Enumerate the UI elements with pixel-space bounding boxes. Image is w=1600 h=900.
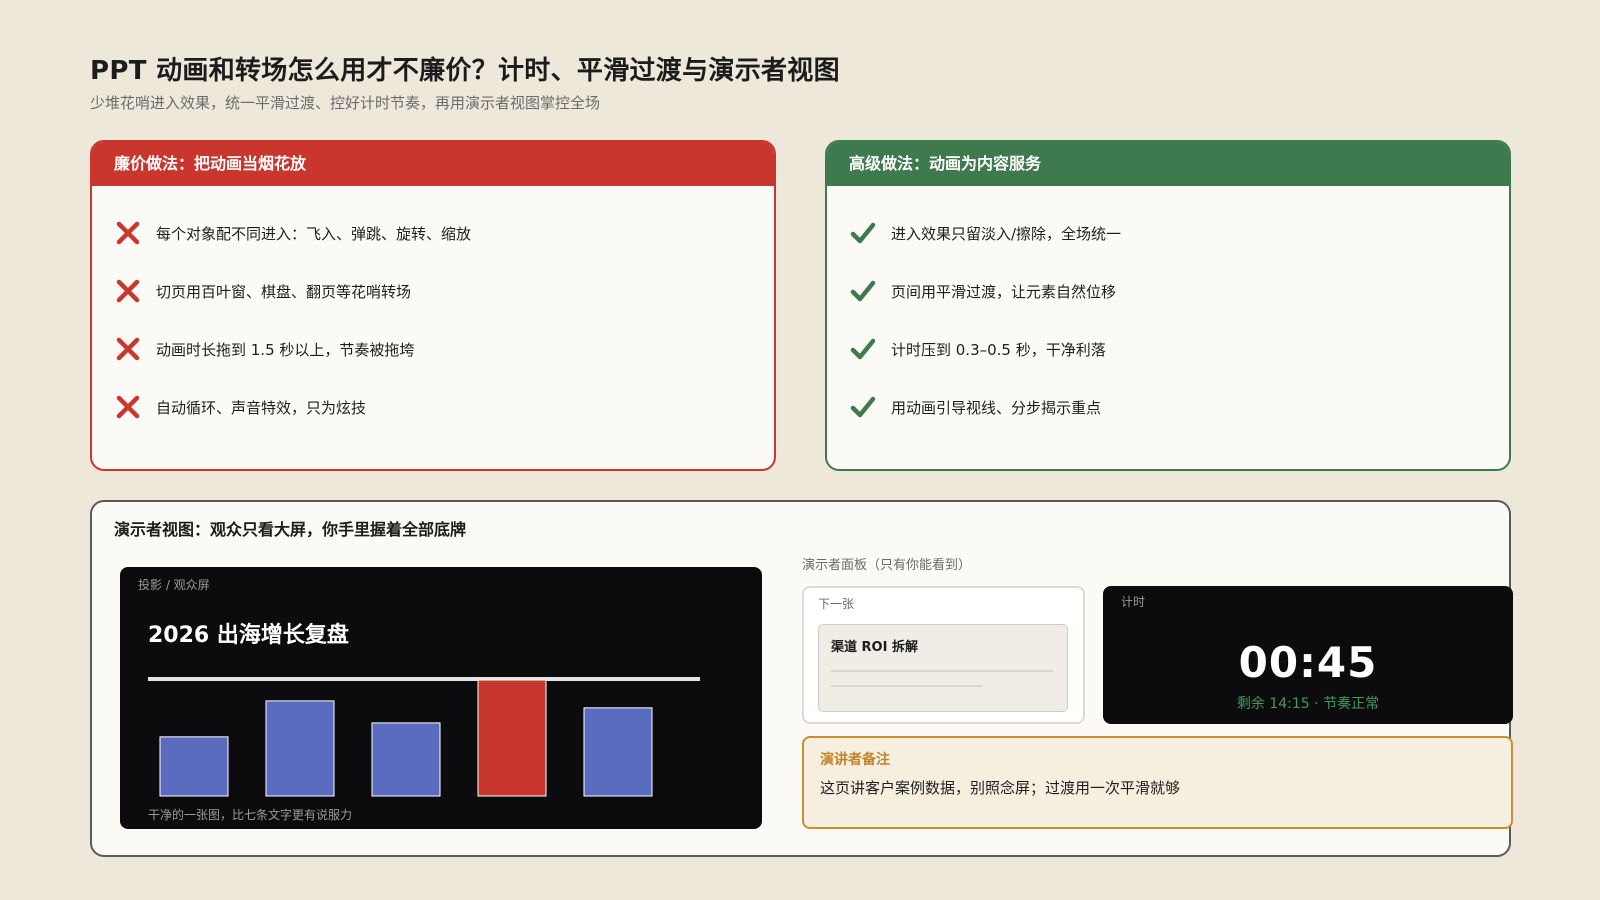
check-icon — [850, 396, 876, 418]
list-item-text: 用动画引导视线、分步揭示重点 — [891, 398, 1102, 417]
bad-practice-list: 每个对象配不同进入：飞入、弹跳、旋转、缩放 切页用百叶窗、棋盘、翻页等花哨转场 … — [92, 186, 774, 436]
chart-bar-highlight — [477, 679, 547, 797]
list-item-text: 自动循环、声音特效，只为炫技 — [156, 398, 367, 417]
timer-label: 计时 — [1121, 595, 1146, 609]
audience-screen: 投影 / 观众屏 2026 出海增长复盘 干净的一张图，比七条文字更有说服力 — [120, 567, 762, 829]
chart-bar — [371, 722, 441, 797]
list-item-text: 计时压到 0.3–0.5 秒，干净利落 — [891, 340, 1106, 359]
speaker-notes-text: 这页讲客户案例数据，别照念屏；过渡用一次平滑就够 — [820, 779, 1181, 797]
chart-bar — [159, 736, 229, 797]
bad-practice-card: 廉价做法：把动画当烟花放 每个对象配不同进入：飞入、弹跳、旋转、缩放 切页用百叶… — [90, 140, 776, 471]
timer-status: 剩余 14:15 · 节奏正常 — [1236, 696, 1380, 712]
list-item: 动画时长拖到 1.5 秒以上，节奏被拖垮 — [114, 320, 774, 378]
list-item-text: 切页用百叶窗、棋盘、翻页等花哨转场 — [156, 282, 412, 301]
good-practice-card: 高级做法：动画为内容服务 进入效果只留淡入/擦除，全场统一 页间用平滑过渡，让元… — [825, 140, 1511, 471]
list-item: 自动循环、声音特效，只为炫技 — [114, 378, 774, 436]
presenter-view-section: 演示者视图：观众只看大屏，你手里握着全部底牌 投影 / 观众屏 2026 出海增… — [90, 500, 1513, 857]
cross-icon — [116, 337, 140, 361]
speaker-notes-label: 演讲者备注 — [820, 752, 890, 768]
chart-bar — [265, 700, 335, 797]
cross-icon — [116, 221, 140, 245]
presenter-view-title: 演示者视图：观众只看大屏，你手里握着全部底牌 — [114, 520, 467, 539]
list-item: 页间用平滑过渡，让元素自然位移 — [849, 262, 1509, 320]
next-slide-label: 下一张 — [818, 597, 855, 611]
speaker-notes[interactable]: 演讲者备注 这页讲客户案例数据，别照念屏；过渡用一次平滑就够 — [802, 736, 1513, 829]
timer-panel: 计时 00:45 剩余 14:15 · 节奏正常 — [1103, 586, 1513, 724]
bad-practice-card-title: 廉价做法：把动画当烟花放 — [92, 142, 774, 186]
list-item-text: 页间用平滑过渡，让元素自然位移 — [891, 282, 1117, 301]
cross-icon — [116, 395, 140, 419]
check-icon — [850, 280, 876, 302]
chart-bar — [583, 707, 653, 797]
list-item: 每个对象配不同进入：飞入、弹跳、旋转、缩放 — [114, 204, 774, 262]
list-item-text: 进入效果只留淡入/擦除，全场统一 — [891, 224, 1122, 243]
cross-icon — [116, 279, 140, 303]
check-icon — [850, 338, 876, 360]
timer-value: 00:45 — [1238, 638, 1378, 687]
list-item: 计时压到 0.3–0.5 秒，干净利落 — [849, 320, 1509, 378]
good-practice-card-title: 高级做法：动画为内容服务 — [827, 142, 1509, 186]
list-item-text: 动画时长拖到 1.5 秒以上，节奏被拖垮 — [156, 340, 415, 359]
list-item: 进入效果只留淡入/擦除，全场统一 — [849, 204, 1509, 262]
audience-slide-caption: 干净的一张图，比七条文字更有说服力 — [148, 808, 353, 822]
page-title: PPT 动画和转场怎么用才不廉价？计时、平滑过渡与演示者视图 — [90, 56, 840, 86]
good-practice-list: 进入效果只留淡入/擦除，全场统一 页间用平滑过渡，让元素自然位移 计时压到 0.… — [827, 186, 1509, 436]
next-slide-thumbnail[interactable]: 渠道 ROI 拆解 — [818, 624, 1068, 712]
chart-reference-line — [148, 677, 700, 681]
bar-chart — [148, 677, 700, 797]
slide-page: PPT 动画和转场怎么用才不廉价？计时、平滑过渡与演示者视图 少堆花哨进入效果，… — [0, 0, 1600, 900]
thumbnail-line — [831, 685, 983, 687]
next-slide-preview[interactable]: 下一张 渠道 ROI 拆解 — [802, 586, 1085, 724]
list-item-text: 每个对象配不同进入：飞入、弹跳、旋转、缩放 — [156, 224, 472, 243]
list-item: 用动画引导视线、分步揭示重点 — [849, 378, 1509, 436]
thumbnail-line — [831, 670, 1053, 672]
next-slide-title: 渠道 ROI 拆解 — [831, 640, 918, 655]
page-subtitle: 少堆花哨进入效果，统一平滑过渡、控好计时节奏，再用演示者视图掌控全场 — [90, 94, 601, 112]
presenter-panel-label: 演示者面板（只有你能看到） — [802, 558, 972, 573]
check-icon — [850, 222, 876, 244]
list-item: 切页用百叶窗、棋盘、翻页等花哨转场 — [114, 262, 774, 320]
